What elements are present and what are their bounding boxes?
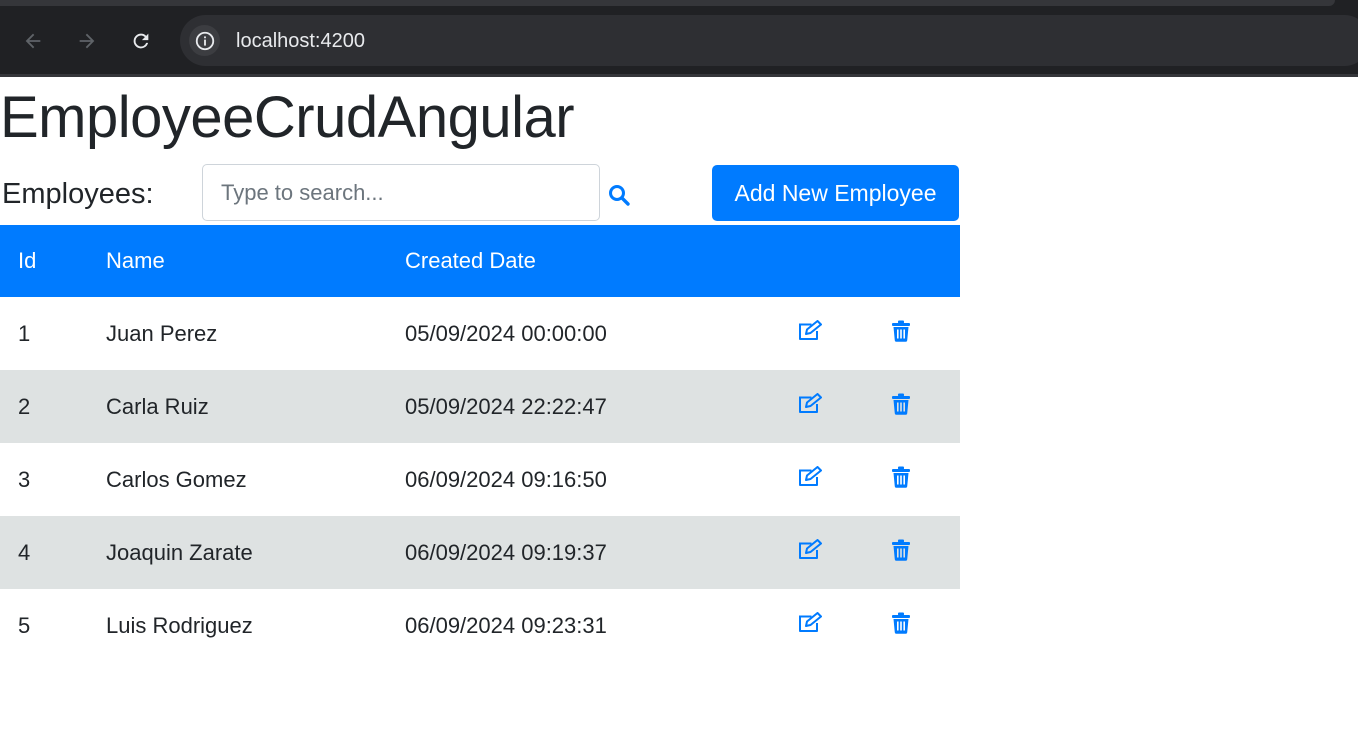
arrow-left-icon [25,33,41,49]
trash-icon [892,466,910,488]
edit-icon [799,465,822,486]
reload-icon [133,33,149,49]
table-row: 1 Juan Perez 05/09/2024 00:00:00 [0,297,960,370]
table-row: 5 Luis Rodriguez 06/09/2024 09:23:31 [0,589,960,662]
search-button[interactable] [604,180,634,210]
info-icon [195,31,214,50]
employees-label: Employees: [2,178,154,210]
edit-icon [799,319,822,340]
cell-id: 3 [18,466,31,492]
column-header-id: Id [18,248,37,273]
edit-button[interactable] [795,611,824,634]
edit-button[interactable] [795,538,824,561]
trash-icon [892,320,910,342]
add-new-employee-button[interactable]: Add New Employee [712,165,959,221]
edit-icon [799,611,822,632]
toolbar-divider [0,74,1358,77]
edit-icon [799,538,822,559]
table-row: 4 Joaquin Zarate 06/09/2024 09:19:37 [0,516,960,589]
search-input[interactable] [202,164,600,221]
cell-name: Juan Perez [106,320,218,346]
site-info-button[interactable] [189,25,220,56]
edit-button[interactable] [795,392,824,415]
column-header-edit [795,225,886,297]
cell-name: Carlos Gomez [106,466,247,492]
edit-button[interactable] [795,465,824,488]
cell-created-date: 06/09/2024 09:23:31 [405,612,607,638]
back-button[interactable] [16,24,50,58]
url-text[interactable]: localhost:4200 [236,29,365,53]
column-header-name: Name [106,248,165,273]
page-title: EmployeeCrudAngular [0,85,575,150]
trash-icon [892,393,910,415]
forward-button[interactable] [70,24,104,58]
delete-button[interactable] [886,539,911,561]
search-icon [609,185,630,206]
column-header-created-date: Created Date [405,248,536,273]
cell-id: 5 [18,612,31,638]
table-row: 2 Carla Ruiz 05/09/2024 22:22:47 [0,370,960,443]
cell-created-date: 06/09/2024 09:16:50 [405,466,607,492]
delete-button[interactable] [886,466,911,488]
column-header-delete [886,225,960,297]
table-header-row: Id Name Created Date [0,225,960,297]
cell-id: 1 [18,320,31,346]
browser-toolbar: localhost:4200 [0,0,1358,77]
table-row: 3 Carlos Gomez 06/09/2024 09:16:50 [0,443,960,516]
cell-created-date: 05/09/2024 22:22:47 [405,393,607,419]
trash-icon [892,539,910,561]
delete-button[interactable] [886,393,911,415]
edit-icon [799,392,822,413]
cell-id: 4 [18,539,31,565]
delete-button[interactable] [886,612,911,634]
cell-name: Carla Ruiz [106,393,209,419]
tab-strip [0,0,1335,6]
edit-button[interactable] [795,319,824,342]
trash-icon [892,612,910,634]
cell-created-date: 06/09/2024 09:19:37 [405,539,607,565]
cell-name: Luis Rodriguez [106,612,253,638]
cell-id: 2 [18,393,31,419]
reload-button[interactable] [124,24,158,58]
delete-button[interactable] [886,320,911,342]
address-bar[interactable]: localhost:4200 [180,15,1358,66]
arrow-right-icon [79,33,95,49]
employees-table: Id Name Created Date 1 Juan Perez 05/09/… [0,225,960,662]
cell-created-date: 05/09/2024 00:00:00 [405,320,607,346]
cell-name: Joaquin Zarate [106,539,253,565]
